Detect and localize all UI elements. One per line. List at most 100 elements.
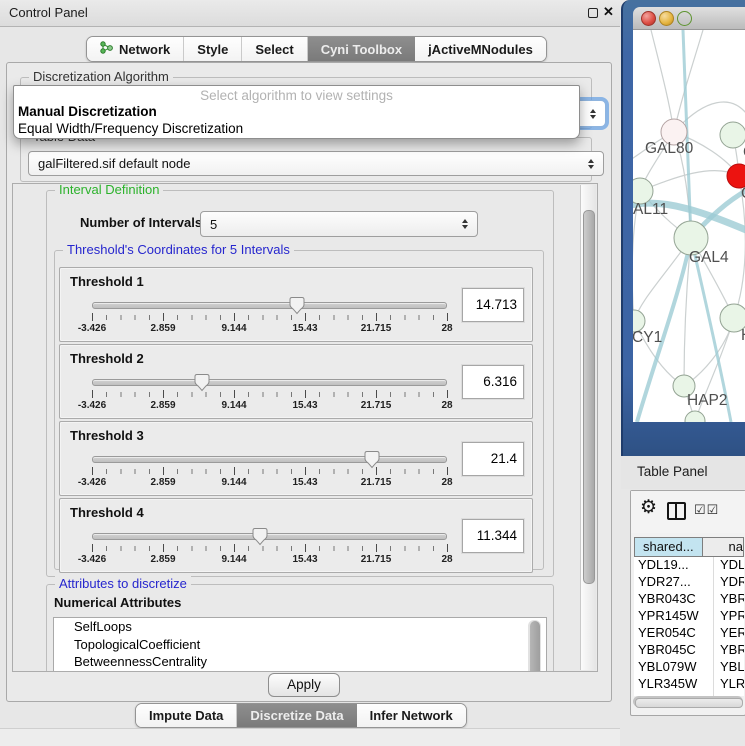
scrollbar-thumb[interactable] xyxy=(583,210,595,584)
tab-impute-data-label: Impute Data xyxy=(149,708,223,723)
table-row[interactable]: YBR045C YBR0 xyxy=(634,642,744,659)
discretization-algorithm-title: Discretization Algorithm xyxy=(29,69,173,84)
checkbox-icons[interactable]: ☑☑ xyxy=(694,502,719,518)
attributes-scrollbar[interactable] xyxy=(528,620,541,672)
combo-arrows-icon xyxy=(590,109,596,119)
number-of-intervals-value: 5 xyxy=(210,217,217,232)
table-panel-title: Table Panel xyxy=(637,464,708,479)
table-row[interactable]: YDL19... YDL1 xyxy=(634,557,744,574)
popup-item-equal-width-frequency[interactable]: Equal Width/Frequency Discretization xyxy=(18,121,243,136)
table-panel-header: Table Panel xyxy=(621,456,745,489)
close-traffic-light-icon[interactable] xyxy=(641,11,656,26)
popup-item-manual-discretization[interactable]: Manual Discretization xyxy=(18,104,157,119)
table-horizontal-scrollbar[interactable] xyxy=(633,696,743,707)
table-toolbar: ⚙ ☑☑ xyxy=(631,491,745,533)
tab-style-label: Style xyxy=(197,42,228,57)
tab-select[interactable]: Select xyxy=(242,37,307,61)
tick-label: 2.859 xyxy=(150,477,175,488)
attribute-list-item[interactable]: SelfLoops xyxy=(54,618,546,636)
attribute-list-item[interactable]: TopologicalCoefficient xyxy=(54,636,546,654)
tick-label: 2.859 xyxy=(150,400,175,411)
tick-label: 2.859 xyxy=(150,554,175,565)
table-row[interactable]: YLR345W YLR3 xyxy=(634,676,744,693)
number-of-intervals-combobox[interactable]: 5 xyxy=(200,211,478,237)
slider-track[interactable] xyxy=(92,456,447,463)
table-data-combobox[interactable]: galFiltered.sif default node xyxy=(28,151,604,176)
attributes-title: Attributes to discretize xyxy=(55,576,191,591)
network-canvas[interactable]: GAL80GACGAL11GAL4GCY1HHAP2 xyxy=(633,30,745,422)
table-header-row: shared... na xyxy=(634,537,744,557)
tab-network[interactable]: Network xyxy=(87,37,184,61)
threshold-value-field[interactable]: 14.713 xyxy=(462,288,524,322)
node-table[interactable]: shared... na YDL19... YDL1 YDR27... YDR2… xyxy=(634,537,744,696)
close-icon[interactable]: ✕ xyxy=(603,4,614,20)
slider-track[interactable] xyxy=(92,302,447,309)
threshold-label: Threshold 4 xyxy=(70,505,144,520)
network-node-partial[interactable] xyxy=(685,411,705,422)
cell-name: YDL1 xyxy=(714,557,744,574)
tick-label: 9.144 xyxy=(221,554,246,565)
cell-shared-name: YER054C xyxy=(634,625,714,642)
control-panel-titlebar: Control Panel ✕ xyxy=(0,0,620,27)
combo-arrows-icon xyxy=(462,219,468,229)
threshold-value-field[interactable]: 6.316 xyxy=(462,365,524,399)
slider-track[interactable] xyxy=(92,533,447,540)
cell-name: YLR3 xyxy=(714,676,744,693)
threshold-slider[interactable]: -3.4262.8599.14415.4321.71528 xyxy=(92,379,447,413)
apply-button[interactable]: Apply xyxy=(268,673,340,697)
float-window-icon[interactable] xyxy=(588,8,598,18)
network-edge[interactable] xyxy=(651,30,674,132)
panel-title: Control Panel xyxy=(9,5,88,20)
column-header-name[interactable]: na xyxy=(703,537,744,557)
threshold-value-field[interactable]: 11.344 xyxy=(462,519,524,553)
settings-scroll-area: Interval Definition Number of Intervals … xyxy=(12,183,598,672)
tick-label: 28 xyxy=(441,323,452,334)
tab-infer-network[interactable]: Infer Network xyxy=(357,704,466,727)
threshold-panel-2: Threshold 2 -3.4262.8599.14415.4321.7152… xyxy=(59,344,533,419)
tab-discretize-data[interactable]: Discretize Data xyxy=(237,704,356,727)
network-node-GA[interactable] xyxy=(720,122,745,148)
table-row[interactable]: YBL079W YBL0 xyxy=(634,659,744,676)
tab-jactivemnodules[interactable]: jActiveMNodules xyxy=(415,37,546,61)
cell-name: YBR0 xyxy=(714,642,744,659)
threshold-value-field[interactable]: 21.4 xyxy=(462,442,524,476)
columns-icon[interactable] xyxy=(667,502,686,520)
settings-vertical-scrollbar[interactable] xyxy=(580,185,596,670)
popup-placeholder: Select algorithm to view settings xyxy=(14,88,579,103)
tick-label: 15.43 xyxy=(292,323,317,334)
table-row[interactable]: YBR043C YBR0 xyxy=(634,591,744,608)
network-window-titlebar[interactable] xyxy=(633,7,745,30)
column-header-shared[interactable]: shared... xyxy=(634,537,703,557)
numerical-attributes-list[interactable]: SelfLoopsTopologicalCoefficientBetweenne… xyxy=(53,617,547,672)
attribute-list-item[interactable]: BetweennessCentrality xyxy=(54,653,546,671)
minimize-traffic-light-icon[interactable] xyxy=(659,11,674,26)
network-edge[interactable] xyxy=(674,30,703,132)
tab-cyni-toolbox[interactable]: Cyni Toolbox xyxy=(308,37,415,61)
tick-label: 28 xyxy=(441,554,452,565)
tick-label: -3.426 xyxy=(78,400,106,411)
table-row[interactable]: YER054C YER0 xyxy=(634,625,744,642)
tab-discretize-data-label: Discretize Data xyxy=(250,708,343,723)
table-row[interactable]: YPR145W YPR1 xyxy=(634,608,744,625)
slider-ticks xyxy=(92,313,447,321)
tab-jactivemnodules-label: jActiveMNodules xyxy=(428,42,533,57)
node-label-GAL80: GAL80 xyxy=(645,140,694,157)
tab-impute-data[interactable]: Impute Data xyxy=(136,704,237,727)
tab-style[interactable]: Style xyxy=(184,37,242,61)
slider-track[interactable] xyxy=(92,379,447,386)
thresholds-group: Threshold's Coordinates for 5 Intervals … xyxy=(54,250,544,570)
threshold-slider[interactable]: -3.4262.8599.14415.4321.71528 xyxy=(92,302,447,336)
gear-icon[interactable]: ⚙ xyxy=(640,498,657,517)
threshold-slider[interactable]: -3.4262.8599.14415.4321.71528 xyxy=(92,533,447,567)
table-row[interactable]: YDR27... YDR2 xyxy=(634,574,744,591)
zoom-traffic-light-icon[interactable] xyxy=(677,11,692,26)
slider-ticks xyxy=(92,467,447,475)
network-window-frame: GAL80GACGAL11GAL4GCY1HHAP2 xyxy=(621,0,745,456)
threshold-slider[interactable]: -3.4262.8599.14415.4321.71528 xyxy=(92,456,447,490)
slider-tick-labels: -3.4262.8599.14415.4321.71528 xyxy=(92,323,447,336)
combo-arrows-icon xyxy=(588,159,594,169)
scrollbar-thumb[interactable] xyxy=(635,698,743,708)
table-panel: ⚙ ☑☑ shared... na YDL19... YDL1 YDR27...… xyxy=(630,490,745,716)
cyni-toolbox-panel: Discretization Algorithm Select algorith… xyxy=(6,62,612,702)
cell-shared-name: YBR045C xyxy=(634,642,714,659)
